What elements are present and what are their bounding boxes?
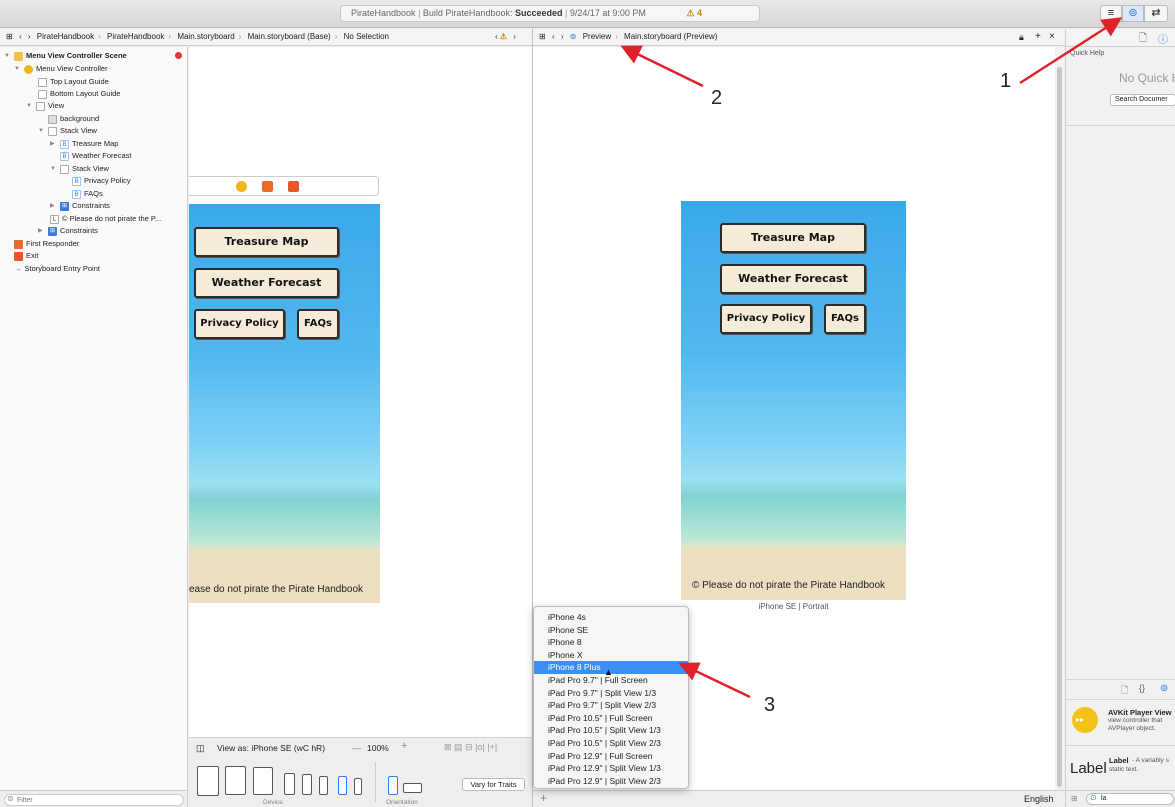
annotation-arrow-1 <box>1019 17 1123 85</box>
annotation-label-2: 2 <box>711 87 723 109</box>
annotation-arrow-2 <box>620 45 704 88</box>
annotation-label-1: 1 <box>1000 70 1012 92</box>
annotation-layer <box>620 17 1123 699</box>
annotation-arrow-3 <box>678 662 751 699</box>
annotation-label-3: 3 <box>764 694 776 716</box>
